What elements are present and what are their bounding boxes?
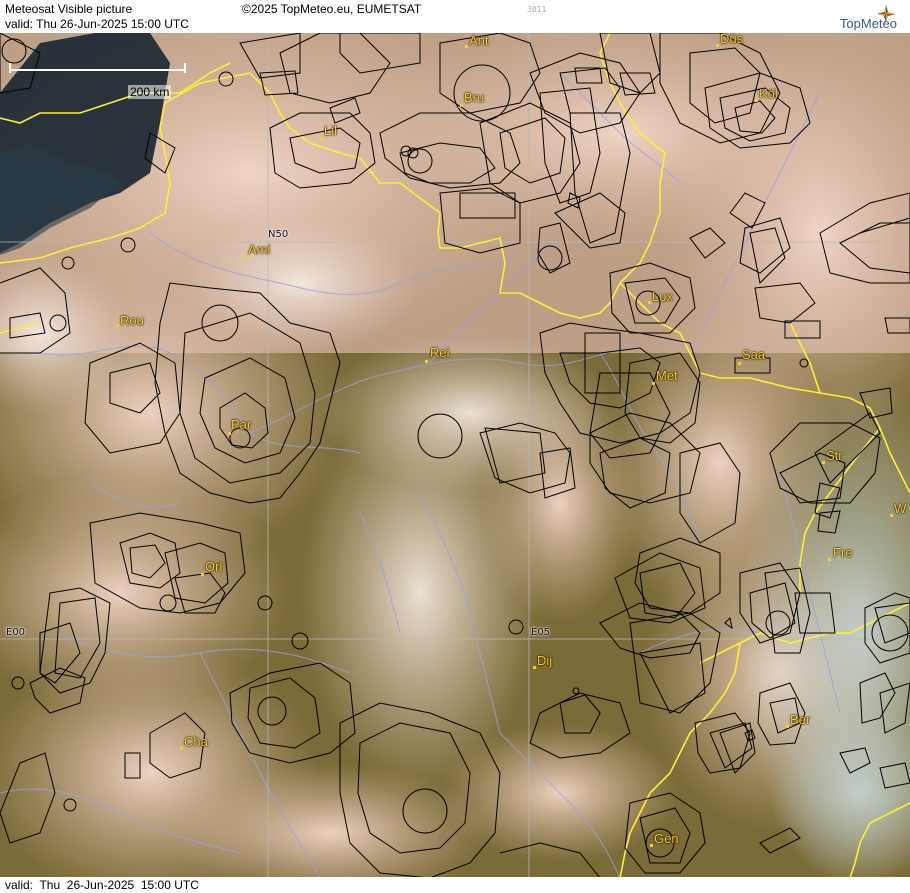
- city-dot: [228, 432, 231, 435]
- city-label-dij[interactable]: Dij: [537, 653, 552, 668]
- scale-label: 200 km: [128, 85, 172, 99]
- grid-label-e00: E00: [6, 627, 26, 638]
- city-dot: [201, 573, 204, 576]
- city-label-ami[interactable]: Ami: [248, 242, 270, 257]
- footer-valid-time: valid: Thu 26-Jun-2025 15:00 UTC: [5, 878, 199, 892]
- city-dot: [648, 301, 651, 304]
- city-dot: [822, 461, 825, 464]
- product-code: 3011: [527, 5, 547, 14]
- city-label-rou[interactable]: Rou: [120, 313, 144, 328]
- city-dot: [244, 255, 247, 258]
- city-label-fre[interactable]: Fre: [833, 545, 853, 560]
- city-label-bru[interactable]: Bru: [464, 90, 484, 105]
- city-label-dus[interactable]: Düs: [720, 33, 743, 46]
- city-label-rei[interactable]: Rei: [430, 345, 450, 360]
- city-dot: [890, 514, 893, 517]
- city-label-saa[interactable]: Saa: [742, 347, 765, 362]
- city-label-lux[interactable]: Lux: [652, 289, 673, 304]
- copyright: ©2025 TopMeteo.eu, EUMETSAT: [242, 2, 422, 16]
- city-dot: [828, 558, 831, 561]
- city-label-w[interactable]: W: [894, 501, 906, 516]
- city-label-ant[interactable]: Ant: [469, 33, 489, 48]
- valid-time: valid: Thu 26-Jun-2025 15:00 UTC: [5, 17, 189, 31]
- city-dot: [425, 360, 428, 363]
- city-label-cha[interactable]: Cha: [184, 734, 208, 749]
- city-dot: [716, 44, 719, 47]
- city-dot: [738, 362, 741, 365]
- city-label-ber[interactable]: Ber: [790, 712, 810, 727]
- city-label-orl[interactable]: Orl: [205, 559, 222, 574]
- city-label-str[interactable]: Str: [826, 448, 843, 463]
- grid-label-e05: E05: [531, 627, 551, 638]
- city-dot: [786, 725, 789, 728]
- city-label-lil[interactable]: Lil: [324, 123, 337, 138]
- product-title: Meteosat Visible picture: [5, 2, 133, 16]
- city-dot: [650, 844, 653, 847]
- city-dot: [460, 104, 463, 107]
- grid-label-n50: N50: [268, 229, 289, 240]
- city-label-kol[interactable]: Köl: [759, 86, 778, 101]
- city-dot: [116, 324, 119, 327]
- city-dot: [755, 99, 758, 102]
- city-dot: [465, 45, 468, 48]
- city-dot: [180, 747, 183, 750]
- map-canvas: [0, 33, 910, 878]
- city-dot: [652, 382, 655, 385]
- city-dot: [533, 666, 536, 669]
- satellite-map[interactable]: 200 km N50 E00 E05 Ant Düs Bru Köl Lil A…: [0, 33, 910, 878]
- header-bar: Meteosat Visible picture valid: Thu 26-J…: [0, 0, 910, 34]
- city-label-par[interactable]: Par: [231, 417, 251, 432]
- footer-bar: valid: Thu 26-Jun-2025 15:00 UTC: [0, 877, 910, 893]
- logo-text: TopMeteo: [839, 16, 897, 31]
- city-label-gen[interactable]: Gen: [654, 831, 679, 846]
- city-dot: [320, 137, 323, 140]
- city-label-met[interactable]: Met: [656, 368, 678, 383]
